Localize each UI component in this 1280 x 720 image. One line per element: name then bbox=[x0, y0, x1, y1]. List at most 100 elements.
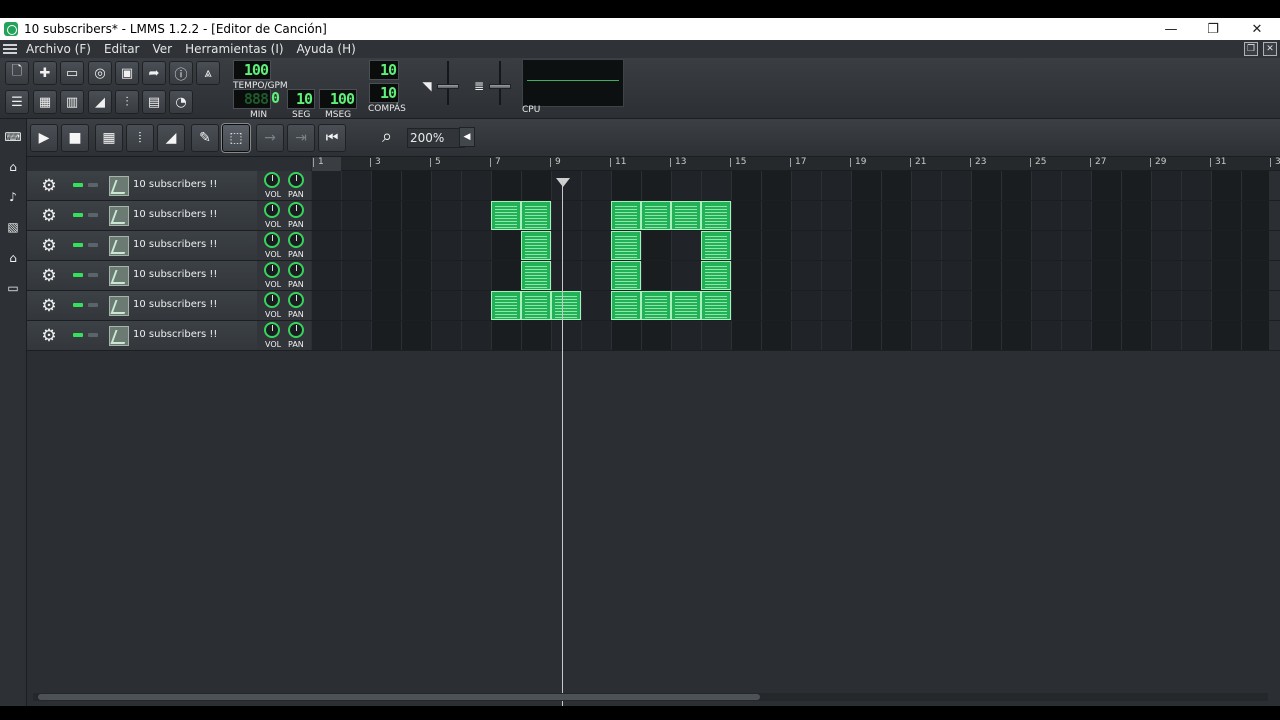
pattern-clip[interactable] bbox=[641, 201, 671, 230]
track-lane[interactable] bbox=[311, 321, 1269, 350]
master-volume-knob[interactable] bbox=[437, 84, 459, 89]
pan-knob[interactable] bbox=[288, 262, 304, 278]
draw-mode-icon[interactable]: ✎ bbox=[191, 124, 219, 152]
pattern-clip[interactable] bbox=[611, 201, 641, 230]
menu-archivo[interactable]: Archivo (F) bbox=[26, 42, 91, 56]
whats-this-icon[interactable]: ⓘ bbox=[169, 61, 193, 85]
pattern-clip[interactable] bbox=[551, 291, 581, 320]
mute-toggle[interactable] bbox=[73, 303, 83, 307]
track-header[interactable]: ⚙ 10 subscribers !! bbox=[27, 201, 257, 230]
volume-knob[interactable] bbox=[264, 292, 280, 308]
track-header[interactable]: ⚙ 10 subscribers !! bbox=[27, 321, 257, 350]
add-sample-track-icon[interactable]: ⦙ bbox=[126, 124, 154, 152]
timeline-ruler[interactable]: 1 3 5 7 9 11 13 15 17 19 21 23 25 27 29 … bbox=[311, 157, 1280, 171]
instrument-icon[interactable] bbox=[109, 296, 129, 316]
auto-scroll-icon[interactable]: → bbox=[256, 124, 284, 152]
pattern-clip[interactable] bbox=[491, 291, 521, 320]
computer-icon[interactable]: ▭ bbox=[5, 280, 21, 296]
recent-projects-icon[interactable]: ◎ bbox=[88, 61, 112, 85]
pattern-clip[interactable] bbox=[701, 261, 731, 290]
pan-knob[interactable] bbox=[288, 202, 304, 218]
track-header[interactable]: ⚙ 10 subscribers !! bbox=[27, 171, 257, 200]
pattern-clip[interactable] bbox=[611, 261, 641, 290]
menu-ver[interactable]: Ver bbox=[152, 42, 172, 56]
volume-knob[interactable] bbox=[264, 202, 280, 218]
track-settings-gear-icon[interactable]: ⚙ bbox=[40, 327, 58, 345]
instrument-icon[interactable] bbox=[109, 206, 129, 226]
export-icon[interactable]: ➦ bbox=[142, 61, 166, 85]
time-signature-numerator[interactable]: 10 bbox=[369, 60, 399, 80]
pattern-clip[interactable] bbox=[671, 201, 701, 230]
track-lane[interactable] bbox=[311, 171, 1269, 200]
pan-knob[interactable] bbox=[288, 292, 304, 308]
play-button[interactable]: ▶ bbox=[30, 124, 58, 152]
my-projects-icon[interactable]: ⌂ bbox=[5, 159, 21, 175]
pan-knob[interactable] bbox=[288, 172, 304, 188]
horizontal-scrollbar[interactable] bbox=[33, 693, 1268, 701]
solo-toggle[interactable] bbox=[88, 333, 98, 337]
instrument-icon[interactable] bbox=[109, 176, 129, 196]
track-settings-gear-icon[interactable]: ⚙ bbox=[40, 177, 58, 195]
mute-toggle[interactable] bbox=[73, 243, 83, 247]
track-name[interactable]: 10 subscribers !! bbox=[133, 269, 217, 280]
stop-behaviour-icon[interactable]: ⏮ bbox=[318, 124, 346, 152]
volume-knob[interactable] bbox=[264, 322, 280, 338]
pattern-clip[interactable] bbox=[671, 291, 701, 320]
track-name[interactable]: 10 subscribers !! bbox=[133, 179, 217, 190]
project-notes-icon[interactable]: ▤ bbox=[142, 90, 166, 114]
track-settings-gear-icon[interactable]: ⚙ bbox=[40, 207, 58, 225]
track-name[interactable]: 10 subscribers !! bbox=[133, 299, 217, 310]
zoom-combo[interactable]: ⌕ 200% ◀ bbox=[379, 126, 475, 149]
track-lane[interactable] bbox=[311, 231, 1269, 260]
instrument-icon[interactable] bbox=[109, 326, 129, 346]
track-settings-gear-icon[interactable]: ⚙ bbox=[40, 297, 58, 315]
master-pitch-slider[interactable] bbox=[499, 61, 501, 105]
volume-knob[interactable] bbox=[264, 262, 280, 278]
instrument-icon[interactable] bbox=[109, 236, 129, 256]
my-samples-icon[interactable]: ♪ bbox=[5, 189, 21, 205]
track-lane[interactable] bbox=[311, 261, 1269, 290]
pan-knob[interactable] bbox=[288, 322, 304, 338]
track-header[interactable]: ⚙ 10 subscribers !! bbox=[27, 231, 257, 260]
track-header[interactable]: ⚙ 10 subscribers !! bbox=[27, 261, 257, 290]
save-project-icon[interactable]: ▣ bbox=[115, 61, 139, 85]
new-project-icon[interactable]: 🗋 bbox=[5, 61, 29, 85]
system-menu-icon[interactable] bbox=[3, 44, 17, 54]
master-volume-slider[interactable] bbox=[447, 61, 449, 105]
playhead-handle[interactable] bbox=[556, 178, 570, 187]
pattern-clip[interactable] bbox=[611, 231, 641, 260]
pan-knob[interactable] bbox=[288, 232, 304, 248]
pattern-clip[interactable] bbox=[701, 291, 731, 320]
pattern-clip[interactable] bbox=[521, 201, 551, 230]
zoom-dropdown-arrow[interactable]: ◀ bbox=[459, 127, 475, 147]
menu-ayuda[interactable]: Ayuda (H) bbox=[297, 42, 356, 56]
track-name[interactable]: 10 subscribers !! bbox=[133, 239, 217, 250]
open-project-icon[interactable]: ▭ bbox=[60, 61, 84, 85]
add-beat-track-icon[interactable]: ▦ bbox=[95, 124, 123, 152]
volume-knob[interactable] bbox=[264, 172, 280, 188]
time-signature-denominator[interactable]: 10 bbox=[369, 83, 399, 103]
menu-editar[interactable]: Editar bbox=[104, 42, 140, 56]
pattern-clip[interactable] bbox=[521, 291, 551, 320]
new-from-template-icon[interactable]: ✚ bbox=[33, 61, 57, 85]
track-settings-gear-icon[interactable]: ⚙ bbox=[40, 237, 58, 255]
track-lane[interactable] bbox=[311, 291, 1269, 320]
solo-toggle[interactable] bbox=[88, 273, 98, 277]
my-presets-icon[interactable]: ▧ bbox=[5, 219, 21, 235]
instrument-icon[interactable] bbox=[109, 266, 129, 286]
mute-toggle[interactable] bbox=[73, 273, 83, 277]
mute-toggle[interactable] bbox=[73, 333, 83, 337]
home-folder-icon[interactable]: ⌂ bbox=[5, 250, 21, 266]
song-editor-icon[interactable]: ☰ bbox=[5, 90, 29, 114]
controller-rack-icon[interactable]: ◔ bbox=[169, 90, 193, 114]
pattern-clip[interactable] bbox=[701, 201, 731, 230]
track-settings-gear-icon[interactable]: ⚙ bbox=[40, 267, 58, 285]
zoom-value[interactable]: 200% bbox=[407, 128, 465, 148]
mdi-close-icon[interactable]: ✕ bbox=[1263, 42, 1277, 56]
track-lane[interactable] bbox=[311, 201, 1269, 230]
loop-points-icon[interactable]: ⇥ bbox=[287, 124, 315, 152]
solo-toggle[interactable] bbox=[88, 213, 98, 217]
edit-mode-icon[interactable]: ⬚ bbox=[221, 123, 251, 153]
add-automation-track-icon[interactable]: ◢ bbox=[157, 124, 185, 152]
solo-toggle[interactable] bbox=[88, 303, 98, 307]
